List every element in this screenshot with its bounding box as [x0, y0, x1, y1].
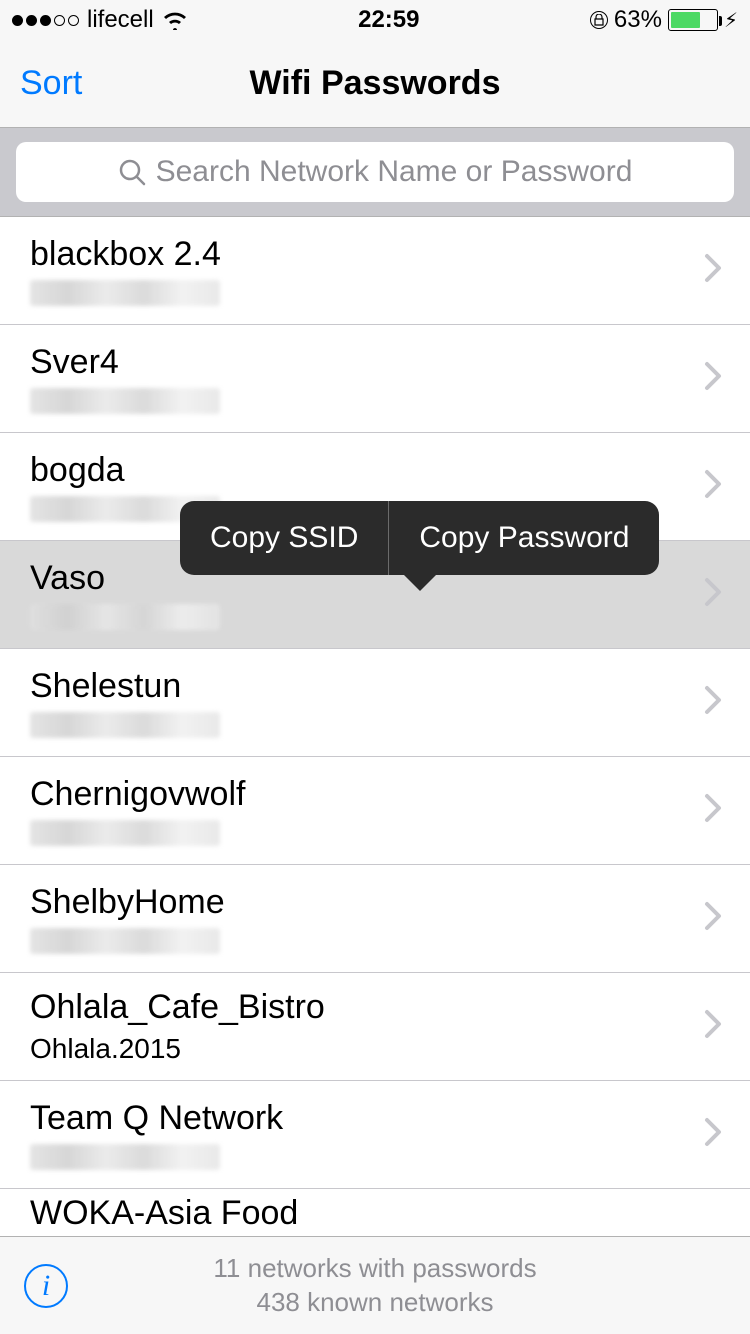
status-right: 63% ⚡︎ [590, 6, 738, 34]
network-ssid: ShelbyHome [30, 883, 704, 922]
network-ssid: Sver4 [30, 343, 704, 382]
chevron-right-icon [704, 901, 722, 936]
footer-line2: 438 known networks [68, 1286, 682, 1320]
network-password-blurred [30, 388, 220, 414]
network-password: Ohlala.2015 [30, 1033, 704, 1065]
copy-password-button[interactable]: Copy Password [389, 501, 659, 575]
chevron-right-icon [704, 793, 722, 828]
status-left: lifecell [12, 6, 188, 34]
carrier-name: lifecell [87, 6, 154, 34]
network-row[interactable]: Ohlala_Cafe_Bistro Ohlala.2015 [0, 973, 750, 1081]
network-row[interactable]: Shelestun [0, 649, 750, 757]
copy-ssid-button[interactable]: Copy SSID [180, 501, 388, 575]
network-password-blurred [30, 1144, 220, 1170]
network-row[interactable]: Copy SSID Copy Password Vaso [0, 541, 750, 649]
network-ssid: Ohlala_Cafe_Bistro [30, 988, 704, 1027]
search-container: Search Network Name or Password [0, 128, 750, 217]
network-ssid: Team Q Network [30, 1099, 704, 1138]
sort-button[interactable]: Sort [20, 64, 82, 103]
network-ssid: WOKA-Asia Food [30, 1194, 722, 1230]
battery-icon [668, 9, 718, 31]
chevron-right-icon [704, 577, 722, 612]
search-input[interactable]: Search Network Name or Password [16, 142, 734, 202]
network-ssid: blackbox 2.4 [30, 235, 704, 274]
network-password-blurred [30, 820, 220, 846]
bottom-toolbar: i 11 networks with passwords 438 known n… [0, 1236, 750, 1334]
network-row[interactable]: blackbox 2.4 [0, 217, 750, 325]
network-ssid: Shelestun [30, 667, 704, 706]
network-row[interactable]: Chernigovwolf [0, 757, 750, 865]
footer-line1: 11 networks with passwords [68, 1252, 682, 1286]
chevron-right-icon [704, 1117, 722, 1152]
network-list[interactable]: blackbox 2.4 Sver4 bogda Copy SSID C [0, 217, 750, 1229]
network-password-blurred [30, 712, 220, 738]
network-row[interactable]: Team Q Network [0, 1081, 750, 1189]
chevron-right-icon [704, 361, 722, 396]
charging-icon: ⚡︎ [724, 8, 738, 33]
network-ssid: bogda [30, 451, 704, 490]
search-icon [118, 158, 146, 186]
signal-strength-icon [12, 15, 79, 26]
chevron-right-icon [704, 469, 722, 504]
navigation-bar: Sort Wifi Passwords [0, 40, 750, 128]
info-icon[interactable]: i [24, 1264, 68, 1308]
page-title: Wifi Passwords [0, 64, 750, 103]
network-password-blurred [30, 604, 220, 630]
network-row[interactable]: WOKA-Asia Food [0, 1189, 750, 1229]
orientation-lock-icon [590, 11, 608, 29]
network-ssid: Chernigovwolf [30, 775, 704, 814]
footer-summary: 11 networks with passwords 438 known net… [68, 1252, 682, 1320]
wifi-icon [162, 10, 188, 30]
status-time: 22:59 [358, 6, 419, 34]
context-menu: Copy SSID Copy Password [180, 501, 659, 575]
network-password-blurred [30, 928, 220, 954]
chevron-right-icon [704, 253, 722, 288]
status-bar: lifecell 22:59 63% ⚡︎ [0, 0, 750, 40]
network-row[interactable]: Sver4 [0, 325, 750, 433]
chevron-right-icon [704, 685, 722, 720]
search-placeholder: Search Network Name or Password [156, 155, 633, 189]
network-row[interactable]: ShelbyHome [0, 865, 750, 973]
network-password-blurred [30, 280, 220, 306]
battery-percentage: 63% [614, 6, 662, 34]
chevron-right-icon [704, 1009, 722, 1044]
